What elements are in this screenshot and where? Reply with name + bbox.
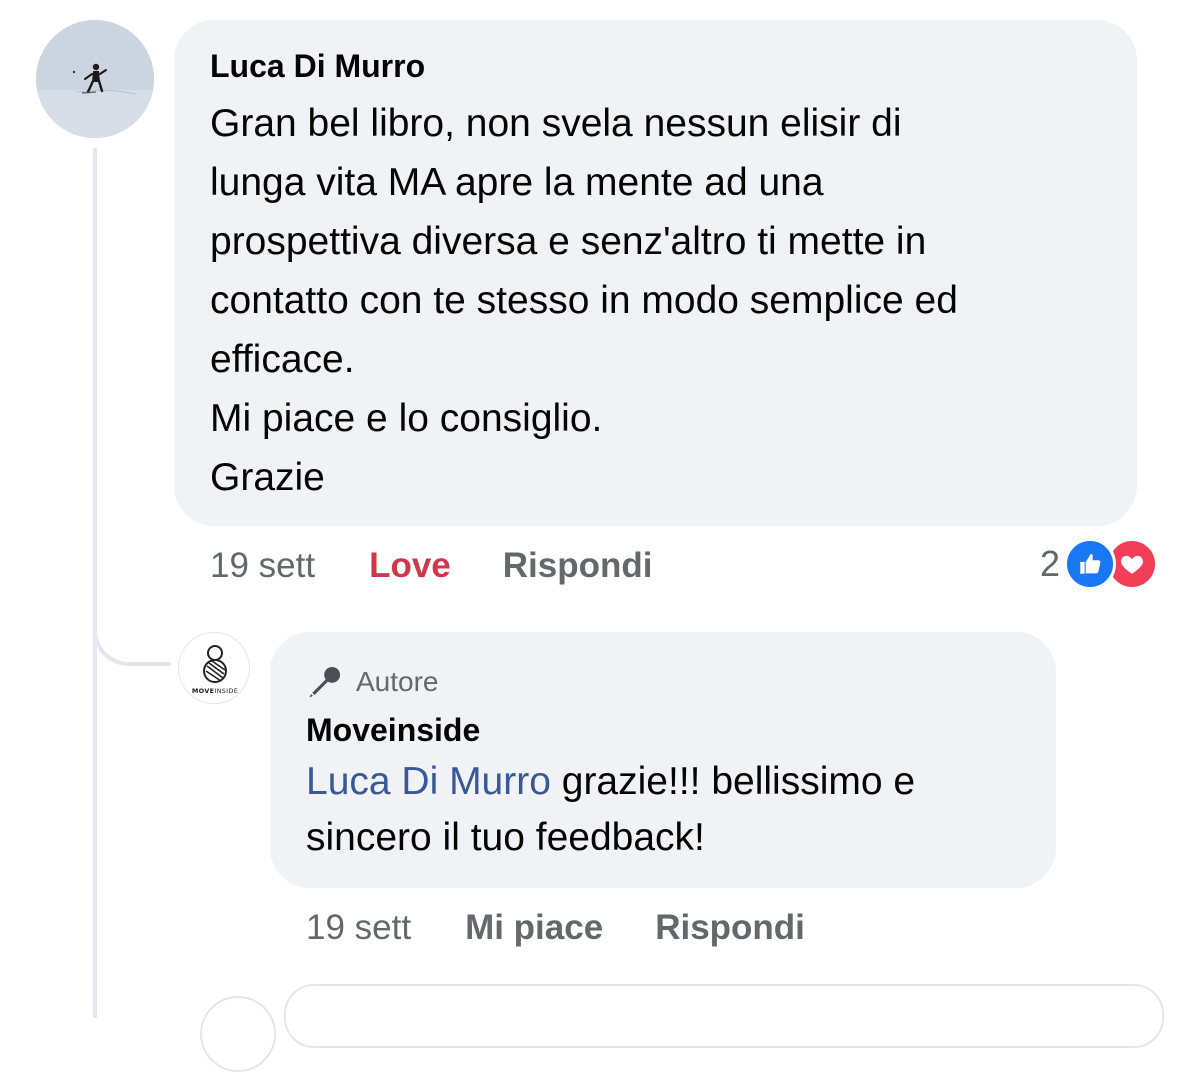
- reply-actions: 19 sett Mi piace Rispondi: [306, 904, 805, 952]
- reply-author-name[interactable]: Moveinside: [306, 710, 1020, 750]
- reply-bubble: Autore Moveinside Luca Di Murro grazie!!…: [270, 632, 1056, 888]
- reply-text-line: sincero il tuo feedback!: [306, 816, 705, 859]
- snow-skier-photo: [36, 20, 154, 138]
- love-reaction-button[interactable]: Love: [369, 546, 451, 586]
- comment-text-line: Mi piace e lo consiglio.: [210, 397, 603, 440]
- comment-text-line: prospettiva diversa e senz'altro ti mett…: [210, 220, 927, 263]
- reply-button[interactable]: Rispondi: [655, 908, 805, 948]
- reply-button[interactable]: Rispondi: [503, 546, 653, 586]
- moveinside-avatar[interactable]: MOVEINSIDE: [178, 632, 250, 704]
- comment-text-line: efficace.: [210, 338, 355, 381]
- reply-text-line: Luca Di Murro grazie!!! bellissimo e: [306, 754, 1020, 810]
- microphone-icon: [309, 666, 341, 698]
- like-button[interactable]: Mi piace: [465, 908, 603, 948]
- mention-link[interactable]: Luca Di Murro: [306, 760, 551, 803]
- reply-timestamp[interactable]: 19 sett: [306, 908, 411, 948]
- reply-text-fragment: grazie!!! bellissimo e: [550, 760, 916, 803]
- comment-text-line: lunga vita MA apre la mente ad una: [210, 161, 824, 204]
- like-icon: [1064, 538, 1117, 590]
- comment-text-line: Gran bel libro, non svela nessun elisir …: [210, 102, 902, 145]
- comment-text: Gran bel libro, non svela nessun elisir …: [210, 94, 1101, 507]
- comment-text-line: Grazie: [210, 456, 325, 499]
- comment-bubble: Luca Di Murro Gran bel libro, non svela …: [174, 20, 1137, 526]
- moveinside-logo-text: MOVEINSIDE: [192, 687, 238, 695]
- author-badge: Autore: [306, 662, 1020, 702]
- reaction-summary[interactable]: 2: [1040, 538, 1159, 590]
- reply-connector-line: [93, 560, 171, 666]
- comment-author-name[interactable]: Luca Di Murro: [210, 46, 1101, 86]
- reply-text: Luca Di Murro grazie!!! bellissimo e sin…: [306, 754, 1020, 866]
- comment-text-line: contatto con te stesso in modo semplice …: [210, 279, 958, 322]
- comment-actions: 19 sett Love Rispondi: [210, 542, 653, 590]
- comment-timestamp[interactable]: 19 sett: [210, 546, 315, 586]
- next-comment-box[interactable]: [284, 984, 1164, 1048]
- commenter-avatar[interactable]: [36, 20, 154, 138]
- moveinside-logo: MOVEINSIDE: [192, 645, 238, 695]
- next-comment-avatar: [200, 996, 276, 1072]
- reaction-count: 2: [1040, 543, 1061, 584]
- author-badge-label: Autore: [356, 666, 439, 697]
